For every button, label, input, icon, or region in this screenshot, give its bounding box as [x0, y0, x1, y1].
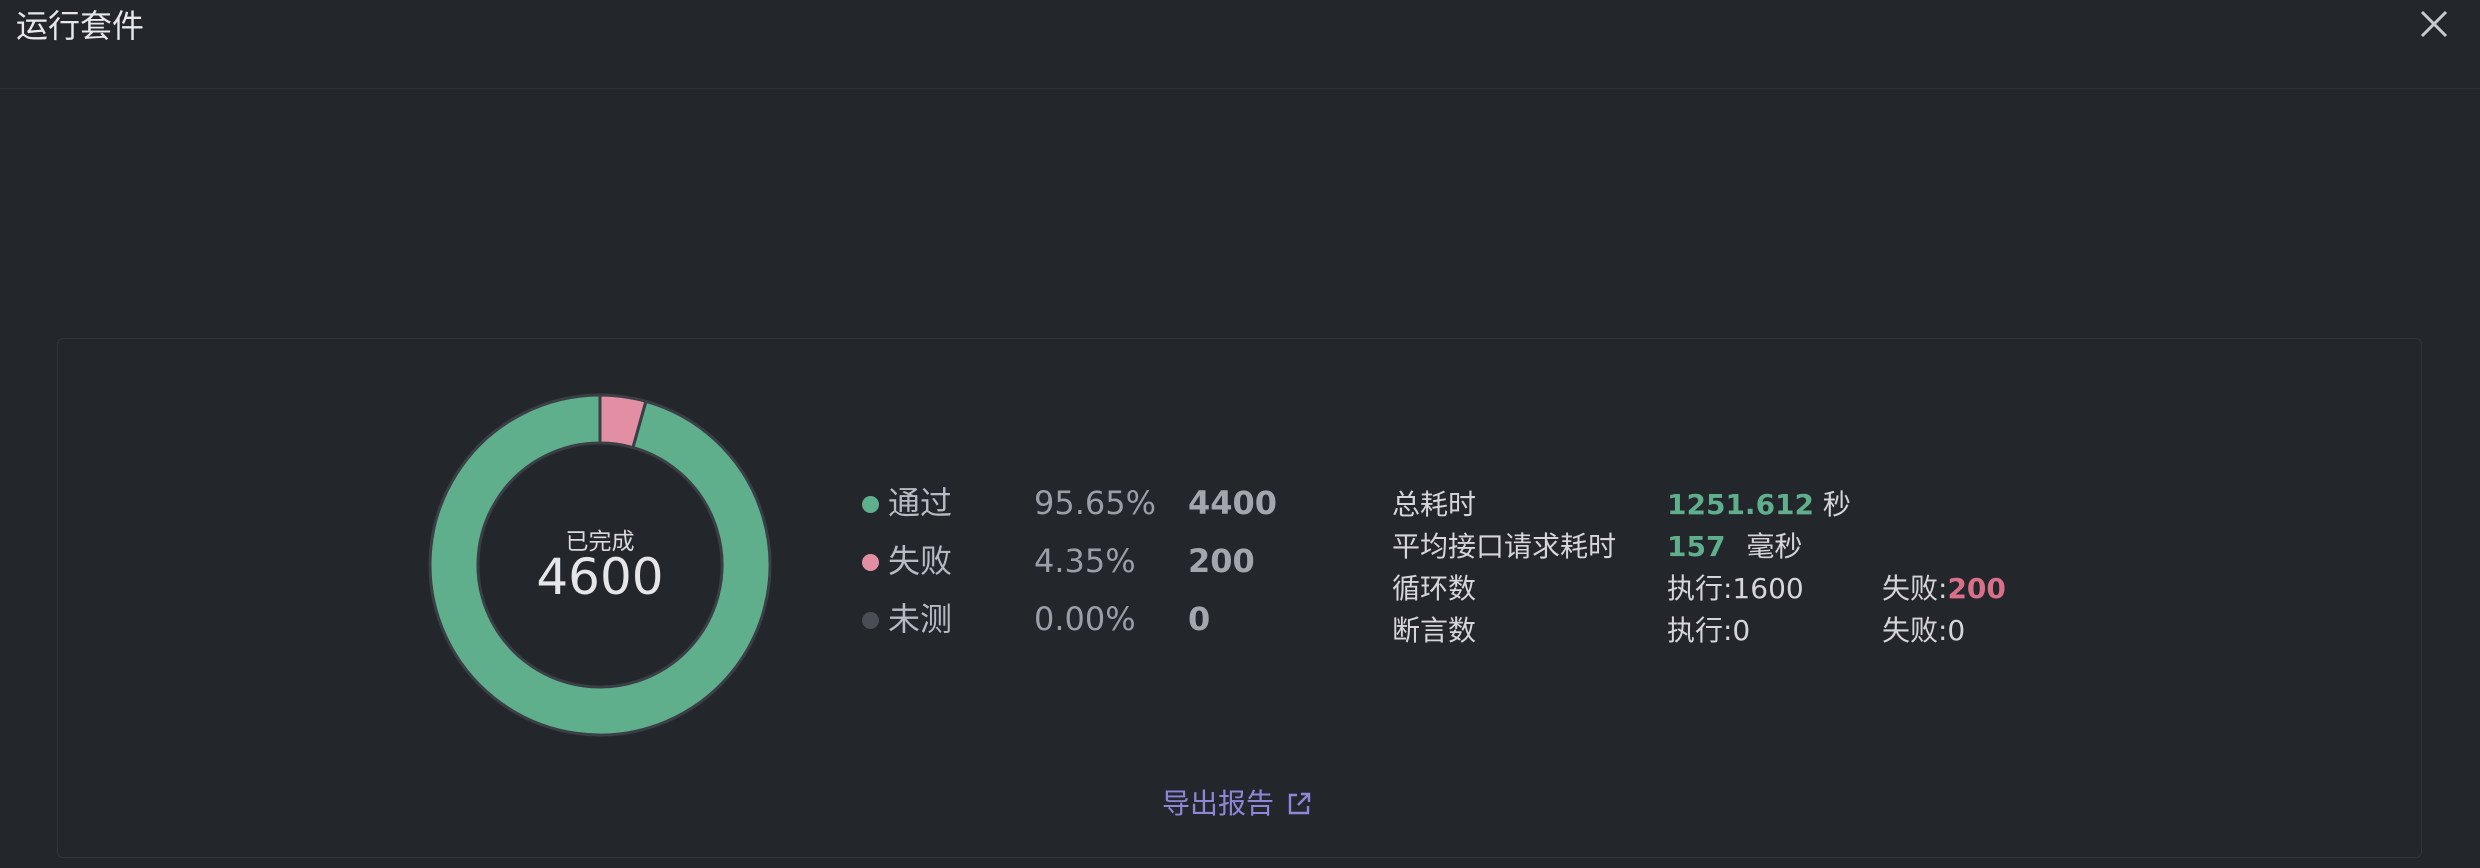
- dialog-header: 运行套件: [0, 0, 2480, 89]
- total-time-value-group: 1251.612 秒: [1667, 486, 1851, 524]
- fail-dot-icon: [862, 554, 879, 571]
- loops-fail-label: 失败:: [1882, 572, 1948, 605]
- loops-exec: 执行:1600: [1667, 572, 1804, 605]
- export-report-button[interactable]: 导出报告: [1162, 784, 1312, 824]
- total-time-unit: 秒: [1822, 488, 1851, 521]
- legend-name: 未测: [888, 600, 953, 638]
- total-time-value: 1251.612: [1667, 488, 1815, 521]
- completed-count: 4600: [536, 548, 664, 606]
- results-card: [57, 338, 2422, 858]
- legend-percent: 95.65%: [1034, 484, 1157, 522]
- avg-request-label: 平均接口请求耗时: [1392, 530, 1617, 563]
- loops-fail-value: 200: [1947, 572, 2006, 605]
- untested-dot-icon: [862, 612, 879, 629]
- legend-count: 0: [1188, 600, 1211, 638]
- external-link-icon: [1288, 792, 1311, 815]
- legend-count: 200: [1188, 542, 1255, 580]
- asserts-exec: 执行:0: [1667, 614, 1751, 647]
- asserts-label: 断言数: [1392, 614, 1477, 647]
- legend-item-fail: 失败 4.35% 200: [860, 541, 1320, 581]
- close-button[interactable]: [2412, 2, 2456, 46]
- avg-request-value-group: 157 毫秒: [1667, 528, 1802, 566]
- loops-label: 循环数: [1392, 572, 1477, 605]
- legend-item-pass: 通过 95.65% 4400: [860, 483, 1320, 523]
- legend-percent: 0.00%: [1034, 600, 1136, 638]
- legend-name: 通过: [888, 484, 953, 522]
- loops-fail-group: 失败:200: [1882, 570, 2006, 608]
- legend-name: 失败: [888, 542, 953, 580]
- asserts-fail: 失败:0: [1882, 614, 1966, 647]
- legend-percent: 4.35%: [1034, 542, 1136, 580]
- total-time-label: 总耗时: [1392, 488, 1477, 521]
- export-report-label: 导出报告: [1162, 787, 1275, 820]
- legend-count: 4400: [1188, 484, 1278, 522]
- avg-request-unit: 毫秒: [1746, 530, 1803, 563]
- pass-dot-icon: [862, 496, 879, 513]
- avg-request-value: 157: [1667, 530, 1726, 563]
- close-icon: [2420, 10, 2448, 38]
- dialog-title: 运行套件: [16, 7, 145, 45]
- legend-item-untested: 未测 0.00% 0: [860, 599, 1320, 639]
